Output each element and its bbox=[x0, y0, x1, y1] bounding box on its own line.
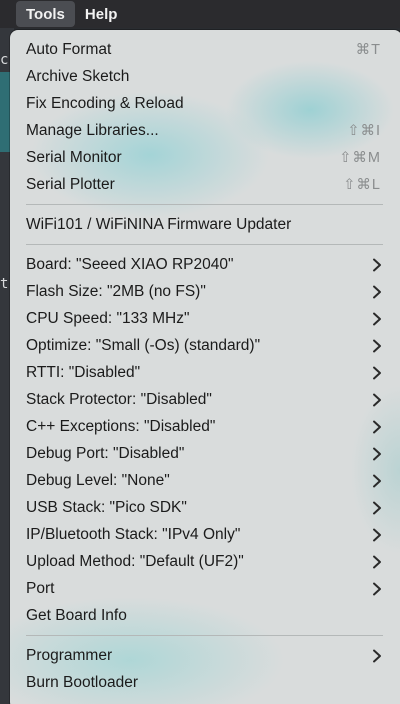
menu-item-label: Programmer bbox=[26, 646, 113, 664]
menu-item-label: Archive Sketch bbox=[26, 67, 130, 85]
chevron-right-icon bbox=[373, 474, 381, 488]
keyboard-shortcut: ⇧⌘L bbox=[343, 176, 381, 193]
chevron-right-icon bbox=[373, 258, 381, 272]
menu-item-label: Optimize: "Small (-Os) (standard)" bbox=[26, 336, 261, 354]
chevron-right-icon bbox=[373, 528, 381, 542]
menu-item-label: Get Board Info bbox=[26, 606, 127, 624]
menu-item-fix-encoding-reload[interactable]: Fix Encoding & Reload bbox=[10, 90, 400, 117]
chevron-right-icon bbox=[373, 420, 381, 434]
chevron-right-icon bbox=[373, 393, 381, 407]
menu-item-label: CPU Speed: "133 MHz" bbox=[26, 309, 190, 327]
menu-item-manage-libraries[interactable]: Manage Libraries... ⇧⌘I bbox=[10, 117, 400, 144]
menu-item-label: Serial Monitor bbox=[26, 148, 122, 166]
menu-item-label: WiFi101 / WiFiNINA Firmware Updater bbox=[26, 215, 292, 233]
menu-item-auto-format[interactable]: Auto Format ⌘T bbox=[10, 36, 400, 63]
menu-separator bbox=[26, 204, 383, 205]
menu-item-label: Upload Method: "Default (UF2)" bbox=[26, 552, 244, 570]
chevron-right-icon bbox=[373, 582, 381, 596]
menu-item-label: USB Stack: "Pico SDK" bbox=[26, 498, 187, 516]
menu-item-firmware-updater[interactable]: WiFi101 / WiFiNINA Firmware Updater bbox=[10, 211, 400, 238]
menu-item-label: Flash Size: "2MB (no FS)" bbox=[26, 282, 206, 300]
menu-item-archive-sketch[interactable]: Archive Sketch bbox=[10, 63, 400, 90]
menu-item-debug-level[interactable]: Debug Level: "None" bbox=[10, 467, 400, 494]
menu-bar-help[interactable]: Help bbox=[75, 0, 128, 28]
tools-dropdown-menu: Auto Format ⌘T Archive Sketch Fix Encodi… bbox=[10, 30, 400, 704]
menu-item-label: Stack Protector: "Disabled" bbox=[26, 390, 212, 408]
menu-item-port[interactable]: Port bbox=[10, 575, 400, 602]
menu-item-label: Manage Libraries... bbox=[26, 121, 159, 139]
chevron-right-icon bbox=[373, 447, 381, 461]
menu-item-burn-bootloader[interactable]: Burn Bootloader bbox=[10, 669, 400, 696]
menu-item-flash-size[interactable]: Flash Size: "2MB (no FS)" bbox=[10, 278, 400, 305]
menu-separator bbox=[26, 244, 383, 245]
menu-item-serial-monitor[interactable]: Serial Monitor ⇧⌘M bbox=[10, 144, 400, 171]
editor-tab-highlight bbox=[0, 72, 10, 152]
menu-item-label: Serial Plotter bbox=[26, 175, 115, 193]
menu-item-cpp-exceptions[interactable]: C++ Exceptions: "Disabled" bbox=[10, 413, 400, 440]
menu-item-label: Debug Level: "None" bbox=[26, 471, 170, 489]
menu-item-serial-plotter[interactable]: Serial Plotter ⇧⌘L bbox=[10, 171, 400, 198]
menu-item-label: C++ Exceptions: "Disabled" bbox=[26, 417, 216, 435]
menu-item-ip-bluetooth-stack[interactable]: IP/Bluetooth Stack: "IPv4 Only" bbox=[10, 521, 400, 548]
menu-item-label: IP/Bluetooth Stack: "IPv4 Only" bbox=[26, 525, 241, 543]
menu-item-usb-stack[interactable]: USB Stack: "Pico SDK" bbox=[10, 494, 400, 521]
chevron-right-icon bbox=[373, 339, 381, 353]
menu-item-board[interactable]: Board: "Seeed XIAO RP2040" bbox=[10, 251, 400, 278]
menu-item-label: Board: "Seeed XIAO RP2040" bbox=[26, 255, 234, 273]
menu-item-rtti[interactable]: RTTI: "Disabled" bbox=[10, 359, 400, 386]
keyboard-shortcut: ⌘T bbox=[355, 41, 381, 58]
chevron-right-icon bbox=[373, 501, 381, 515]
menu-item-stack-protector[interactable]: Stack Protector: "Disabled" bbox=[10, 386, 400, 413]
chevron-right-icon bbox=[373, 366, 381, 380]
menu-item-upload-method[interactable]: Upload Method: "Default (UF2)" bbox=[10, 548, 400, 575]
chevron-right-icon bbox=[373, 285, 381, 299]
keyboard-shortcut: ⇧⌘M bbox=[339, 149, 381, 166]
menu-list: Auto Format ⌘T Archive Sketch Fix Encodi… bbox=[10, 30, 400, 696]
menu-item-programmer[interactable]: Programmer bbox=[10, 642, 400, 669]
menu-item-label: Auto Format bbox=[26, 40, 112, 58]
chevron-right-icon bbox=[373, 312, 381, 326]
menu-item-label: Fix Encoding & Reload bbox=[26, 94, 184, 112]
menu-bar: Tools Help bbox=[0, 0, 400, 28]
chevron-right-icon bbox=[373, 555, 381, 569]
chevron-right-icon bbox=[373, 649, 381, 663]
menu-separator bbox=[26, 635, 383, 636]
screen: c t Tools Help Auto Format ⌘T Archive Sk… bbox=[0, 0, 400, 704]
menu-item-optimize[interactable]: Optimize: "Small (-Os) (standard)" bbox=[10, 332, 400, 359]
menu-item-debug-port[interactable]: Debug Port: "Disabled" bbox=[10, 440, 400, 467]
menu-item-label: RTTI: "Disabled" bbox=[26, 363, 141, 381]
menu-item-label: Port bbox=[26, 579, 55, 597]
menu-item-cpu-speed[interactable]: CPU Speed: "133 MHz" bbox=[10, 305, 400, 332]
menu-item-label: Debug Port: "Disabled" bbox=[26, 444, 185, 462]
menu-bar-tools[interactable]: Tools bbox=[16, 1, 75, 27]
menu-item-label: Burn Bootloader bbox=[26, 673, 139, 691]
menu-item-get-board-info[interactable]: Get Board Info bbox=[10, 602, 400, 629]
keyboard-shortcut: ⇧⌘I bbox=[347, 122, 381, 139]
